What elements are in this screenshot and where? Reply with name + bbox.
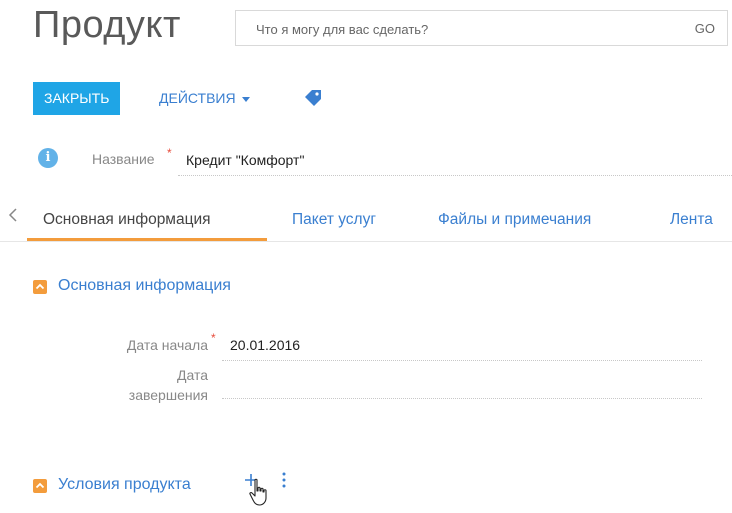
start-date-underline <box>222 360 702 361</box>
tab-main-info[interactable]: Основная информация <box>43 211 211 229</box>
command-search-box[interactable]: GO <box>235 10 728 46</box>
section-product-terms-title[interactable]: Условия продукта <box>58 476 191 494</box>
end-date-underline <box>222 398 702 399</box>
end-date-label-line2: завершения <box>128 387 208 403</box>
chevron-down-icon <box>241 96 250 102</box>
required-mark: * <box>211 331 216 345</box>
search-input[interactable] <box>256 20 656 38</box>
collapse-icon[interactable] <box>33 280 47 294</box>
tabs-divider <box>0 241 732 242</box>
tab-feed[interactable]: Лента <box>670 211 713 229</box>
tab-service-package[interactable]: Пакет услуг <box>292 211 376 229</box>
required-mark: * <box>167 146 172 160</box>
info-icon[interactable]: i <box>38 148 58 168</box>
tab-files-notes[interactable]: Файлы и примечания <box>438 211 591 229</box>
page-title: Продукт <box>33 4 181 46</box>
more-vertical-icon[interactable] <box>281 471 287 489</box>
end-date-field[interactable] <box>230 380 700 398</box>
name-label: Название <box>92 151 155 167</box>
tag-icon[interactable] <box>302 88 324 106</box>
close-button[interactable]: ЗАКРЫТЬ <box>33 82 121 115</box>
start-date-field[interactable]: 20.01.2016 <box>230 337 300 353</box>
collapse-icon[interactable] <box>33 479 47 493</box>
section-main-info-title[interactable]: Основная информация <box>58 277 231 295</box>
actions-dropdown[interactable]: ДЕЙСТВИЯ <box>159 90 250 106</box>
end-date-label-line1: Дата <box>176 367 208 383</box>
start-date-label: Дата начала <box>126 337 208 353</box>
hand-pointer-icon <box>248 478 272 508</box>
name-field-underline <box>178 175 732 176</box>
chevron-left-icon[interactable] <box>8 207 18 228</box>
name-field[interactable]: Кредит "Комфорт" <box>186 152 304 168</box>
search-go-button[interactable]: GO <box>695 21 715 36</box>
actions-dropdown-label: ДЕЙСТВИЯ <box>159 90 236 106</box>
